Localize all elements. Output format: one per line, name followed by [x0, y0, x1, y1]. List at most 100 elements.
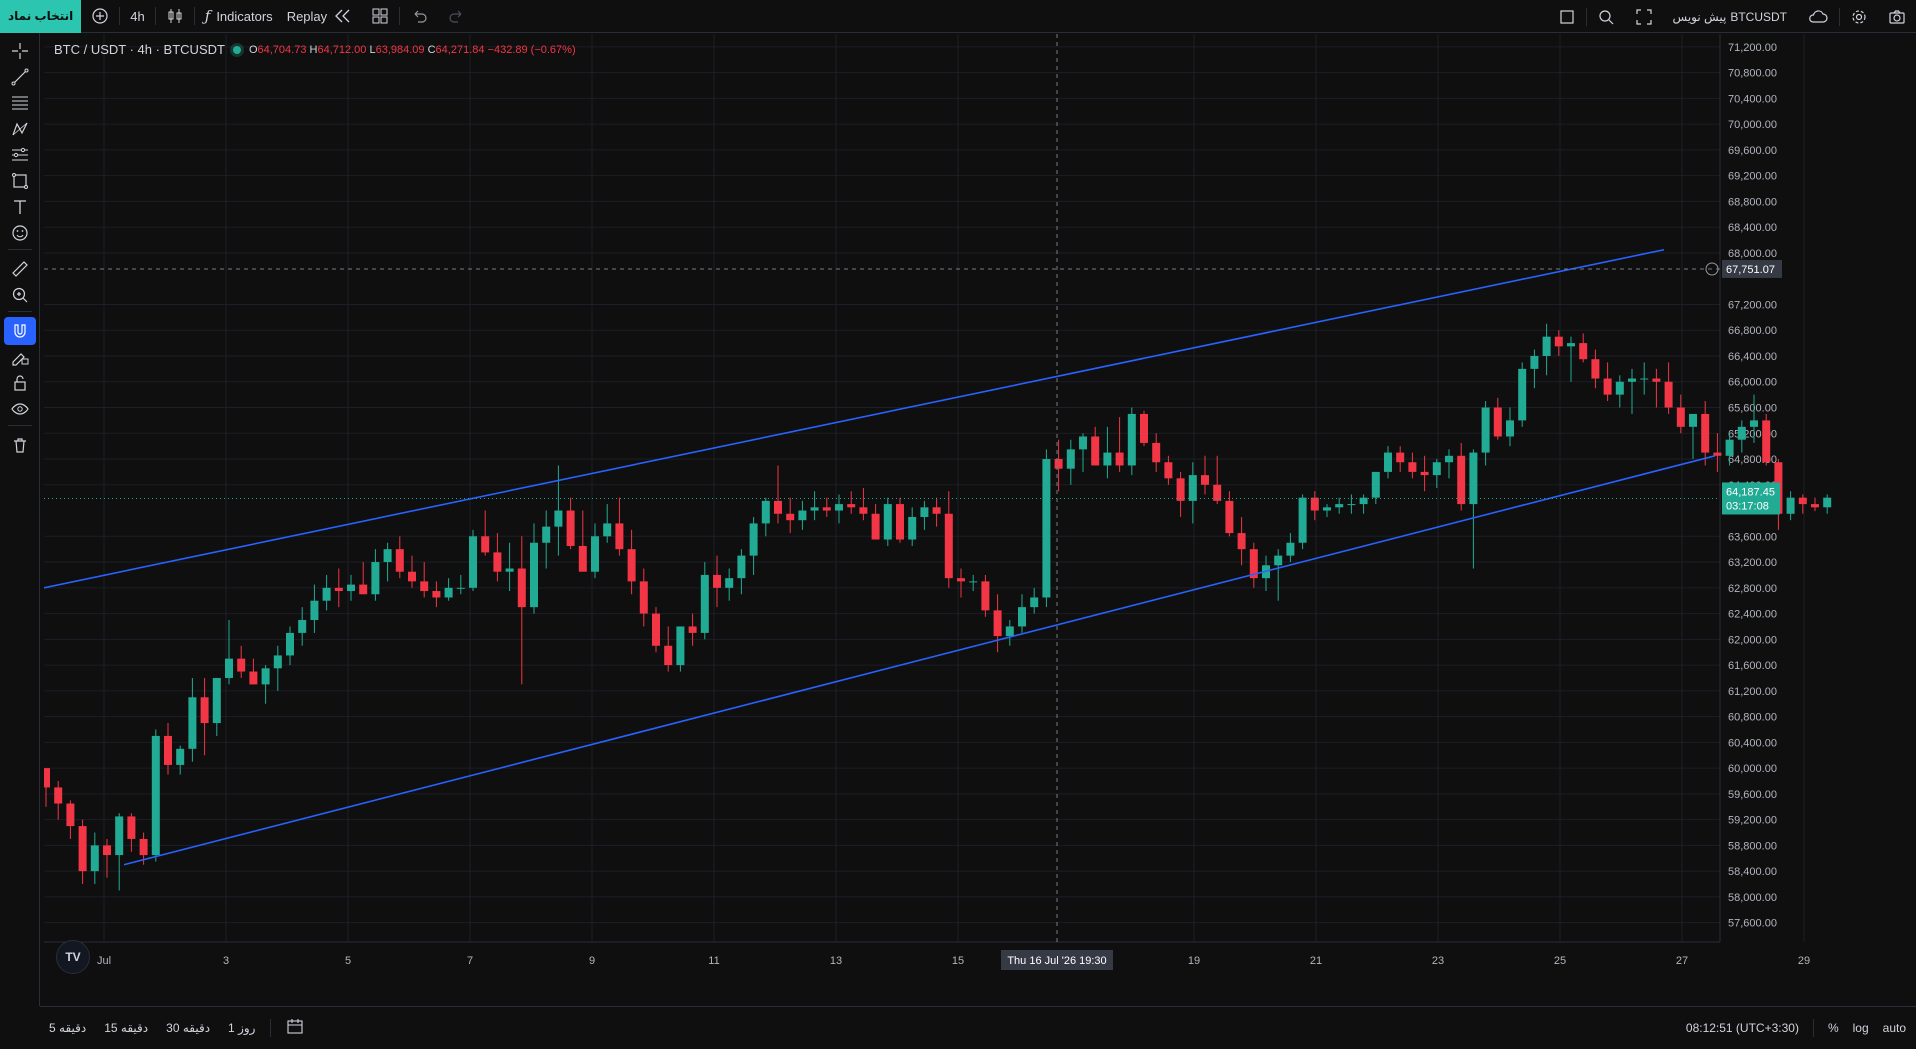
- zoom-tool[interactable]: [4, 281, 36, 309]
- candlestick-chart[interactable]: 71,200.00 70,800.00 70,400.00 70,000.00 69,6…: [44, 34, 1854, 980]
- chart-type-button[interactable]: [156, 0, 194, 33]
- candle-body: [761, 500, 770, 524]
- chart-pane[interactable]: 71,200.00 70,800.00 70,400.00 70,000.00 69,6…: [44, 34, 1854, 980]
- percent-toggle[interactable]: %: [1828, 1021, 1839, 1035]
- time-tick-label: Jul: [97, 955, 111, 967]
- candle-body: [688, 626, 697, 633]
- legend-symbol[interactable]: BTC / USDT · 4h · BTCUSDT: [54, 42, 225, 57]
- symbol-select-button[interactable]: انتخاب نماد: [0, 0, 82, 33]
- separator: [8, 425, 32, 426]
- range-1d[interactable]: 1 روز: [219, 1021, 264, 1035]
- indicators-button[interactable]: ƒ Indicators: [195, 0, 283, 33]
- goto-date-button[interactable]: [277, 1017, 313, 1038]
- stay-in-drawing-tool[interactable]: [4, 343, 36, 371]
- candle-body: [188, 697, 197, 749]
- settings-button[interactable]: [1840, 0, 1878, 33]
- snapshot-button[interactable]: [1878, 0, 1916, 33]
- time-tick-label: 11: [708, 955, 719, 967]
- text-tool[interactable]: [4, 193, 36, 221]
- projection-tool[interactable]: [4, 141, 36, 169]
- ruler-tool[interactable]: [4, 255, 36, 283]
- candle-body: [383, 549, 392, 563]
- candle-body: [78, 826, 87, 872]
- layout-button[interactable]: [361, 0, 399, 33]
- remove-drawings-tool[interactable]: [4, 431, 36, 459]
- fullscreen-button[interactable]: [1625, 0, 1663, 33]
- price-tick-label: 68,000.00: [1728, 248, 1777, 260]
- brush-lock-icon: [12, 353, 29, 366]
- candle-body: [1737, 426, 1746, 440]
- time-tick-label: 29: [1798, 955, 1810, 967]
- fullscreen-frame-button[interactable]: [1548, 0, 1586, 33]
- candle-body: [1384, 452, 1392, 472]
- candle-body: [493, 552, 502, 572]
- cloud-save-button[interactable]: [1797, 0, 1839, 33]
- legend-ohlc: O64,704.73 H64,712.00 L63,984.09 C64,271…: [248, 43, 576, 56]
- emoji-tool[interactable]: [4, 219, 36, 247]
- hide-drawings-tool[interactable]: [4, 395, 36, 423]
- price-tick-label: 60,800.00: [1728, 712, 1777, 724]
- layout-title[interactable]: پیش نویس BTCUSDT: [1663, 0, 1797, 33]
- indicators-label: Indicators: [216, 8, 273, 24]
- add-symbol-button[interactable]: [81, 0, 119, 33]
- candle-body: [749, 523, 758, 556]
- interval-button[interactable]: 4h: [120, 0, 154, 33]
- candle-body: [1786, 497, 1795, 514]
- candle-body: [395, 549, 404, 572]
- magnet-tool[interactable]: [4, 317, 36, 345]
- candle-body: [859, 507, 868, 514]
- trash-icon: [14, 438, 26, 453]
- candle-body: [444, 587, 453, 598]
- candle-body: [1798, 497, 1807, 505]
- pattern-tool[interactable]: [4, 115, 36, 143]
- quick-search-button[interactable]: [1587, 0, 1625, 33]
- fib-tool[interactable]: [4, 89, 36, 117]
- candle-body: [1347, 504, 1356, 506]
- time-tick-label: 15: [952, 955, 964, 967]
- range-30m[interactable]: 30 دقیقه: [157, 1021, 219, 1035]
- chart-legend: BTC / USDT · 4h · BTCUSDT O64,704.73 H64…: [54, 42, 576, 57]
- grid-icon: [372, 8, 388, 24]
- candle-body: [1079, 436, 1087, 450]
- log-toggle[interactable]: log: [1853, 1021, 1869, 1035]
- tradingview-logo-icon[interactable]: TV: [56, 940, 90, 974]
- lock-drawings-tool[interactable]: [4, 369, 36, 397]
- candle-body: [408, 571, 416, 582]
- time-tick-label: 3: [223, 955, 229, 967]
- candle-body: [200, 697, 209, 724]
- candle-body: [566, 510, 575, 546]
- candle-body: [1725, 439, 1734, 456]
- trendline-tool[interactable]: [4, 63, 36, 91]
- price-tick-label: 63,200.00: [1728, 557, 1777, 569]
- clock[interactable]: 08:12:51 (UTC+3:30): [1686, 1021, 1799, 1035]
- undo-icon: [414, 10, 427, 23]
- candle-body: [1091, 436, 1100, 466]
- candle-body: [920, 507, 929, 517]
- redo-button[interactable]: [438, 0, 476, 33]
- auto-toggle[interactable]: auto: [1883, 1021, 1906, 1035]
- shapes-tool[interactable]: [4, 167, 36, 195]
- candle-body: [1127, 413, 1136, 466]
- expand-icon: [1635, 8, 1652, 25]
- price-tick-label: 70,000.00: [1728, 119, 1777, 131]
- candle-body: [603, 523, 612, 537]
- time-tick-label: 21: [1310, 955, 1322, 967]
- price-tick-label: 71,200.00: [1728, 42, 1777, 54]
- price-tick-label: 60,400.00: [1728, 737, 1777, 749]
- range-5m[interactable]: 5 دقیقه: [40, 1021, 95, 1035]
- undo-button[interactable]: [400, 0, 438, 33]
- range-15m[interactable]: 15 دقیقه: [95, 1021, 157, 1035]
- candle-body: [1701, 413, 1710, 453]
- candle-body: [1335, 504, 1344, 508]
- price-tick-label: 70,800.00: [1728, 68, 1777, 80]
- candle-body: [871, 513, 880, 540]
- crosshair-tool[interactable]: [4, 37, 36, 65]
- candle-body: [164, 735, 172, 765]
- crosshair-icon: [12, 43, 28, 59]
- candle-body: [1115, 452, 1124, 466]
- candle-body: [1237, 533, 1246, 550]
- replay-button[interactable]: Replay: [283, 0, 361, 33]
- candle-body: [359, 584, 368, 595]
- top-toolbar: انتخاب نماد 4h ƒ Indicators Replay پیش ن…: [0, 0, 1916, 33]
- crosshair-price-label: 67,751.07: [1726, 264, 1775, 276]
